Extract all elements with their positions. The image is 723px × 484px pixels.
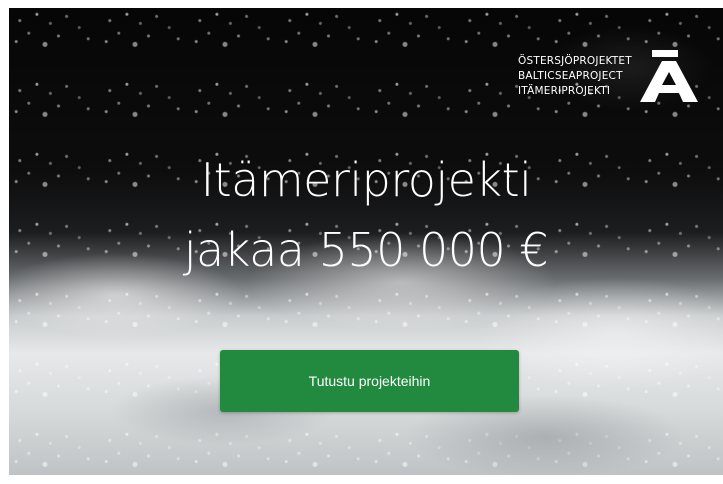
logo-text: ÖSTERSJÖPROJEKTET BALTICSEAPROJECT ITÄME… (518, 54, 632, 99)
headline-line-2: jakaa 550 000 € (183, 223, 549, 277)
logo-line-english: BALTICSEAPROJECT (518, 69, 623, 82)
hero-banner: ÖSTERSJÖPROJEKTET BALTICSEAPROJECT ITÄME… (9, 8, 723, 475)
explore-projects-button[interactable]: Tutustu projekteihin (220, 350, 519, 412)
hero-headline: Itämeriprojekti jakaa 550 000 € (9, 145, 723, 285)
logo-line-swedish: ÖSTERSJÖPROJEKTET (518, 54, 632, 67)
a-ring-logo-icon (639, 50, 698, 102)
logo-line-finnish: ITÄMERIPROJEKTI (518, 84, 611, 97)
baltic-sea-project-logo[interactable]: ÖSTERSJÖPROJEKTET BALTICSEAPROJECT ITÄME… (518, 50, 700, 102)
headline-line-1: Itämeriprojekti (200, 153, 532, 207)
